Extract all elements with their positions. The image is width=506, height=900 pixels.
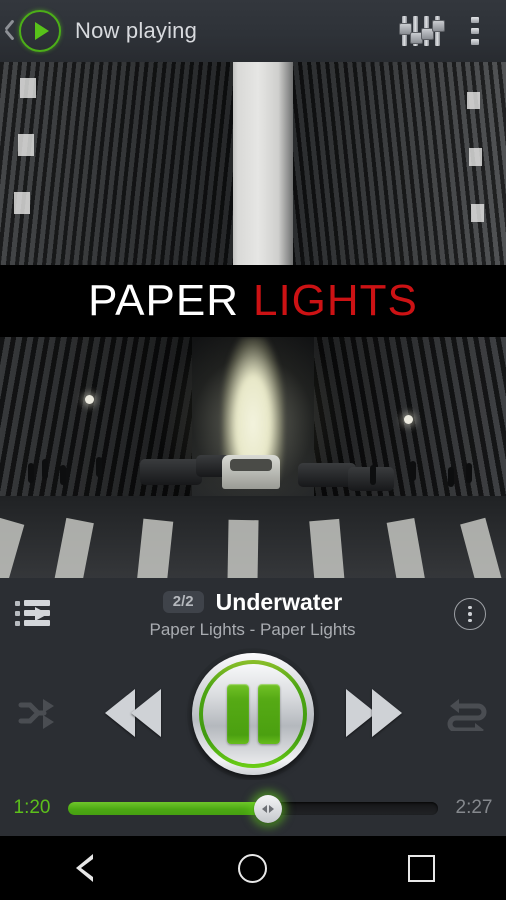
chevron-left-icon xyxy=(2,16,18,46)
seek-thumb-arrows[interactable] xyxy=(253,794,282,823)
transport-controls xyxy=(0,647,506,780)
seek-slider[interactable] xyxy=(68,794,438,823)
android-home-button[interactable] xyxy=(193,836,313,900)
street-road xyxy=(0,496,506,578)
playlist-queue-icon[interactable] xyxy=(13,594,57,634)
total-time: 2:27 xyxy=(455,796,493,818)
shuffle-icon xyxy=(18,698,54,729)
repeat-icon xyxy=(447,698,487,731)
app-header: Now playing xyxy=(0,0,506,62)
artwork-building-left xyxy=(0,62,233,274)
next-button[interactable] xyxy=(335,678,413,748)
banner-word-lights: LIGHTS xyxy=(252,276,418,325)
music-player-screen: Now playing PAPER LIGHTS 2/2 Underwater … xyxy=(0,0,506,900)
artwork-street-scene xyxy=(0,337,506,578)
street-center-car xyxy=(222,455,280,489)
up-navigation-button[interactable] xyxy=(0,10,61,52)
equalizer-icon[interactable] xyxy=(398,14,445,48)
android-navigation-bar xyxy=(0,836,506,900)
track-title-row: 2/2 Underwater xyxy=(162,588,343,616)
previous-button[interactable] xyxy=(94,678,172,748)
play-circle-logo xyxy=(19,10,61,52)
artwork-title-banner: PAPER LIGHTS xyxy=(0,265,506,337)
shuffle-button[interactable] xyxy=(8,682,70,744)
android-back-icon xyxy=(75,854,93,882)
album-artwork[interactable]: PAPER LIGHTS xyxy=(0,62,506,578)
repeat-button[interactable] xyxy=(436,682,498,744)
seek-progress-fill xyxy=(68,801,268,815)
header-overflow-menu-icon[interactable] xyxy=(464,14,486,48)
pause-icon xyxy=(203,663,303,764)
track-subtitle: Paper Lights - Paper Lights xyxy=(149,619,356,639)
elapsed-time: 1:20 xyxy=(13,796,51,818)
track-overflow-menu-icon[interactable] xyxy=(454,598,486,630)
track-info-bar: 2/2 Underwater Paper Lights - Paper Ligh… xyxy=(0,578,506,650)
track-meta: 2/2 Underwater Paper Lights - Paper Ligh… xyxy=(51,589,454,640)
artwork-building-right xyxy=(293,62,506,274)
track-title: Underwater xyxy=(215,588,343,615)
android-back-button[interactable] xyxy=(24,836,144,900)
header-actions xyxy=(398,14,506,48)
track-position-badge: 2/2 xyxy=(162,591,204,613)
android-recents-button[interactable] xyxy=(362,836,482,900)
android-recents-icon xyxy=(408,854,436,882)
android-home-icon xyxy=(238,853,268,883)
play-pause-button[interactable] xyxy=(187,647,319,780)
page-title: Now playing xyxy=(75,18,198,43)
seek-bar-row: 1:20 2:27 xyxy=(0,780,506,835)
play-triangle-icon xyxy=(35,22,49,40)
banner-word-paper: PAPER xyxy=(88,276,239,325)
